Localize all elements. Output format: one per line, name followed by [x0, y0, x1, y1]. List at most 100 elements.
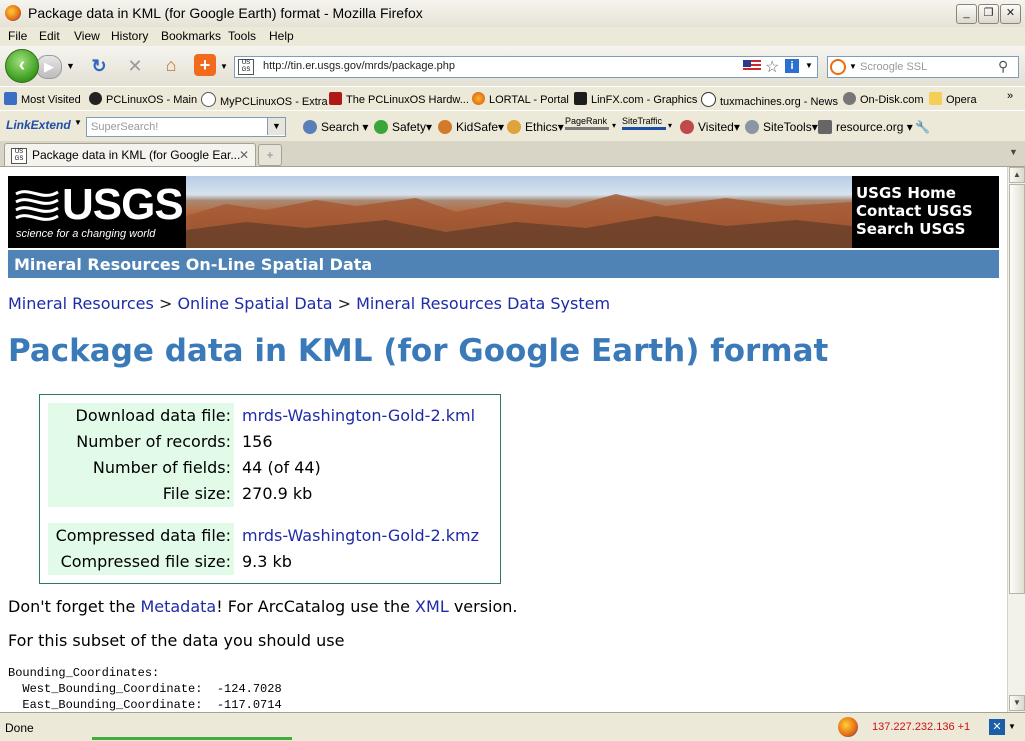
status-bar: Done 137.227.232.136 +1 ✕ ▼	[0, 712, 1025, 741]
url-dropdown-icon[interactable]: ▼	[805, 61, 813, 70]
table-row: Number of fields: 44 (of 44)	[48, 455, 494, 481]
supersearch-dropdown-icon[interactable]: ▼	[267, 118, 285, 135]
bookmark-pclinuxos-main[interactable]: PCLinuxOS - Main	[89, 92, 197, 106]
search-menu[interactable]: Search ▾	[303, 120, 368, 134]
menu-history[interactable]: History	[111, 29, 148, 43]
linkextend-logo[interactable]: LinkExtend	[6, 118, 71, 132]
menu-edit[interactable]: Edit	[39, 29, 60, 43]
ip-address: 137.227.232.136 +1	[872, 721, 971, 733]
scroll-down-icon[interactable]: ▼	[1009, 695, 1025, 711]
row-label: Compressed file size:	[48, 549, 234, 575]
page-title: Package data in KML (for Google Earth) f…	[8, 333, 829, 369]
pagerank-dropdown-icon[interactable]: ▾	[612, 121, 616, 130]
firefox-status-icon[interactable]	[838, 717, 858, 737]
menu-file[interactable]: File	[8, 29, 27, 43]
sitetraffic-dropdown-icon[interactable]: ▾	[668, 121, 672, 130]
more-bookmarks-icon[interactable]: »	[1007, 90, 1013, 102]
search-box[interactable]: ▼ Scroogle SSL ⚲	[827, 56, 1019, 78]
sitetraffic-meter[interactable]: SiteTraffic	[622, 116, 666, 130]
sitetools-menu[interactable]: SiteTools▾	[745, 120, 818, 134]
linkextend-toolbar: LinkExtend ▼ SuperSearch! ▼ Search ▾ Saf…	[0, 110, 1025, 142]
row-value: 156	[242, 432, 273, 451]
row-label: Number of records:	[48, 429, 234, 455]
bookmark-linfx[interactable]: LinFX.com - Graphics	[574, 92, 697, 106]
sitetraffic-bar	[622, 127, 666, 130]
new-tab-button[interactable]: +	[258, 144, 282, 166]
window-title-bar[interactable]: Package data in KML (for Google Earth) f…	[0, 0, 1025, 28]
subheader-title: Mineral Resources On-Line Spatial Data	[14, 255, 373, 274]
row-value: 9.3 kb	[242, 552, 292, 571]
subset-paragraph: For this subset of the data you should u…	[8, 631, 345, 650]
menu-view[interactable]: View	[74, 29, 100, 43]
usgs-tagline: science for a changing world	[16, 228, 156, 240]
safety-menu[interactable]: Safety▾	[374, 120, 432, 134]
kml-download-link[interactable]: mrds-Washington-Gold-2.kml	[242, 403, 475, 429]
usgs-logo[interactable]: USGS science for a changing world	[12, 180, 184, 244]
url-bar[interactable]: US GS http://tin.er.usgs.gov/mrds/package…	[234, 56, 818, 78]
restore-icon[interactable]: ❐	[978, 4, 999, 24]
bookmark-most-visited[interactable]: Most Visited	[4, 92, 81, 106]
download-info-table: Download data file: mrds-Washington-Gold-…	[39, 394, 501, 584]
linkextend-dropdown-icon[interactable]: ▼	[74, 118, 82, 127]
add-dropdown-icon[interactable]: ▼	[220, 62, 228, 71]
search-input[interactable]: Scroogle SSL	[860, 61, 927, 73]
navigation-toolbar: ▶ ‹ ▼ ↻ ✕ ⌂ + ▼ US GS http://tin.er.usgs.…	[0, 46, 1025, 86]
scroogle-icon[interactable]	[830, 59, 846, 75]
bookmark-opera[interactable]: Opera	[929, 92, 977, 106]
back-button[interactable]: ‹	[5, 49, 39, 83]
firefox-icon	[472, 92, 485, 105]
scrollbar-thumb[interactable]	[1009, 184, 1025, 594]
bookmark-lortal[interactable]: LORTAL - Portal	[472, 92, 569, 106]
forward-button[interactable]: ▶	[36, 55, 62, 79]
tab-close-icon[interactable]: ✕	[239, 148, 249, 162]
wrench-icon[interactable]: 🔧	[915, 120, 930, 134]
addon-dropdown-icon[interactable]: ▼	[1008, 722, 1016, 731]
search-usgs-link[interactable]: Search USGS	[856, 220, 965, 238]
kidsafe-menu[interactable]: KidSafe▾	[438, 120, 504, 134]
tab-label: Package data in KML (for Google Ear...	[32, 148, 241, 162]
safety-check-icon	[374, 120, 388, 134]
row-value: 44 (of 44)	[242, 458, 321, 477]
menu-help[interactable]: Help	[269, 29, 294, 43]
ethics-menu[interactable]: Ethics▾	[507, 120, 564, 134]
bookmark-pclinuxos-hardware[interactable]: The PCLinuxOS Hardw...	[329, 92, 469, 106]
bookmark-on-disk[interactable]: On-Disk.com	[843, 92, 924, 106]
info-icon[interactable]: i	[785, 59, 799, 73]
reload-icon[interactable]: ↻	[88, 55, 110, 77]
xml-link[interactable]: XML	[415, 597, 449, 616]
kmz-download-link[interactable]: mrds-Washington-Gold-2.kmz	[242, 523, 479, 549]
breadcrumb-mineral-resources[interactable]: Mineral Resources	[8, 294, 154, 313]
engine-dropdown-icon[interactable]: ▼	[849, 62, 857, 71]
close-icon[interactable]: ✕	[1000, 4, 1021, 24]
search-icon[interactable]: ⚲	[998, 58, 1008, 75]
linfx-icon	[574, 92, 587, 105]
metadata-link[interactable]: Metadata	[140, 597, 216, 616]
scroll-up-icon[interactable]: ▲	[1009, 167, 1025, 183]
breadcrumb-mrds[interactable]: Mineral Resources Data System	[356, 294, 610, 313]
tab-active[interactable]: US GS Package data in KML (for Google Ear…	[4, 143, 256, 166]
visited-menu[interactable]: Visited▾	[680, 120, 740, 134]
history-dropdown-icon[interactable]: ▼	[66, 61, 75, 71]
stop-icon[interactable]: ✕	[124, 55, 146, 77]
bookmark-mypclinuxos[interactable]: MyPCLinuxOS - Extra	[201, 92, 328, 108]
menu-bookmarks[interactable]: Bookmarks	[161, 29, 221, 43]
hardware-site-icon	[329, 92, 342, 105]
contact-usgs-link[interactable]: Contact USGS	[856, 202, 973, 220]
usgs-home-link[interactable]: USGS Home	[856, 184, 956, 202]
usgs-banner: USGS science for a changing world USGS H…	[8, 176, 999, 248]
resource-org-menu[interactable]: resource.org ▾	[818, 120, 913, 134]
add-icon[interactable]: +	[194, 54, 216, 76]
minimize-icon[interactable]: _	[956, 4, 977, 24]
tab-list-icon[interactable]: ▼	[1009, 147, 1018, 157]
url-text[interactable]: http://tin.er.usgs.gov/mrds/package.php	[263, 60, 455, 72]
usgs-favicon-icon: US GS	[11, 148, 27, 164]
breadcrumb-online-spatial-data[interactable]: Online Spatial Data	[177, 294, 332, 313]
bookmark-tuxmachines[interactable]: tuxmachines.org - News	[701, 92, 838, 108]
menu-tools[interactable]: Tools	[228, 29, 256, 43]
bookmark-star-icon[interactable]: ☆	[765, 57, 779, 77]
supersearch-input[interactable]: SuperSearch! ▼	[86, 117, 286, 137]
home-icon[interactable]: ⌂	[160, 54, 182, 76]
addon-status-icon[interactable]: ✕	[989, 719, 1005, 735]
vertical-scrollbar[interactable]: ▲ ▼	[1007, 167, 1025, 712]
pagerank-meter[interactable]: PageRank	[565, 116, 609, 130]
